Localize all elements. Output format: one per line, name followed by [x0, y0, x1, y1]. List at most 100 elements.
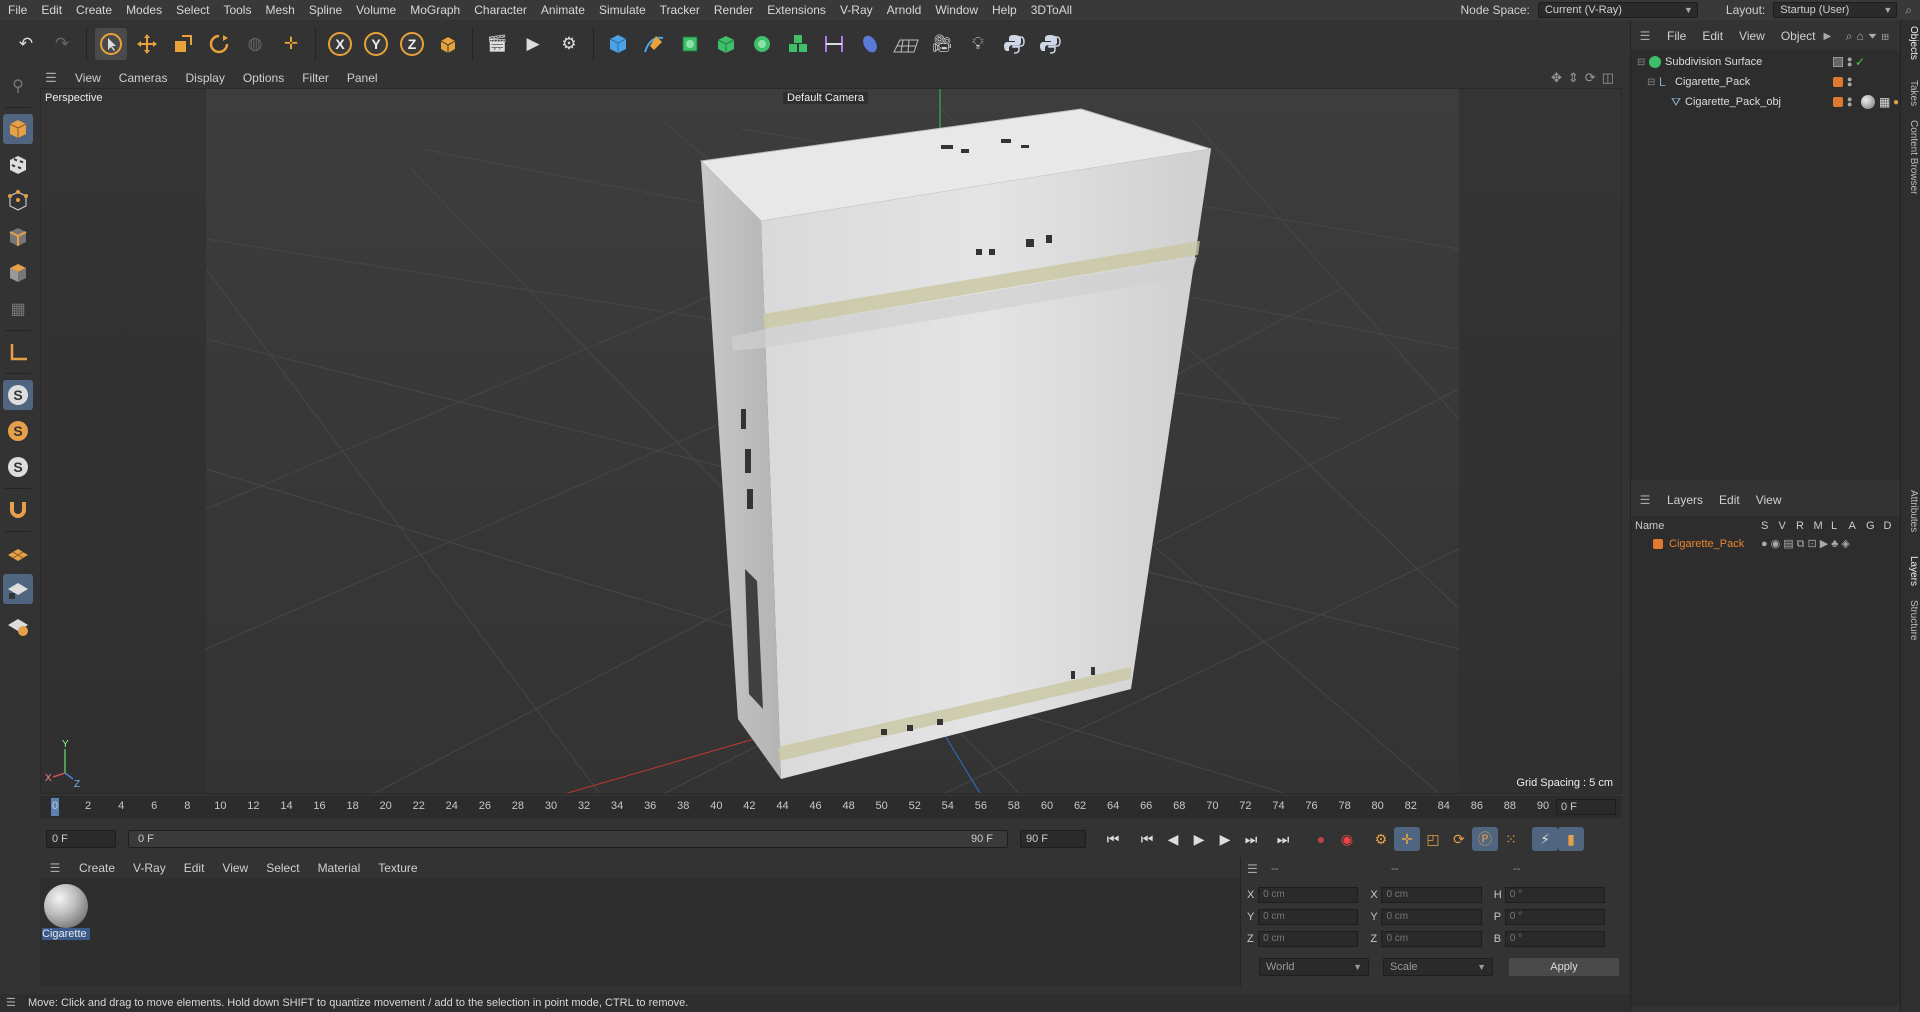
hamburger-icon[interactable]: ☰ [6, 994, 16, 1012]
layer-column-header[interactable]: V [1779, 520, 1786, 532]
tab-layers[interactable]: Layers [1903, 556, 1919, 586]
size-y-field[interactable]: 0 cm [1381, 909, 1482, 925]
layer-column-header[interactable]: D [1884, 520, 1892, 532]
viewport-menu-cameras[interactable]: Cameras [110, 71, 177, 85]
layer-color-chip[interactable] [1833, 77, 1843, 87]
key-position-icon[interactable]: ✛ [1394, 827, 1420, 851]
material-preview-sphere[interactable] [44, 884, 88, 928]
camera-icon[interactable]: 🎥︎ [926, 28, 958, 60]
layer-column-header[interactable]: A [1849, 520, 1856, 532]
end-frame-field[interactable]: 90 F [1020, 830, 1086, 848]
layers-menu-edit[interactable]: Edit [1711, 493, 1748, 507]
render-picture-viewer-icon[interactable]: ▶ [517, 28, 549, 60]
menu-volume[interactable]: Volume [349, 0, 403, 20]
menu-mesh[interactable]: Mesh [258, 0, 301, 20]
rotation-b-field[interactable]: 0 ° [1504, 931, 1606, 947]
points-mode-icon[interactable] [3, 186, 33, 216]
x-axis-lock-icon[interactable]: X [324, 28, 356, 60]
python-script-icon[interactable] [1034, 28, 1066, 60]
position-z-field[interactable]: 0 cm [1258, 931, 1359, 947]
uv-mode-icon[interactable]: ▦ [3, 294, 33, 324]
recent-tools-icon[interactable]: ◍ [239, 28, 271, 60]
autokey-icon[interactable]: ◉ [1334, 827, 1360, 851]
move-tool-icon[interactable] [131, 28, 163, 60]
viewport-menu-panel[interactable]: Panel [338, 71, 387, 85]
menu-select[interactable]: Select [169, 0, 216, 20]
start-frame-field[interactable]: 0 F [46, 830, 116, 848]
position-x-field[interactable]: 0 cm [1258, 887, 1359, 903]
menu-file[interactable]: File [0, 0, 34, 20]
menu-edit[interactable]: Edit [34, 0, 69, 20]
preview-range-slider[interactable]: 0 F 90 F [128, 830, 1008, 848]
hamburger-icon[interactable]: ☰ [1247, 862, 1258, 876]
spline-pen-icon[interactable] [638, 28, 670, 60]
layer-row-cigarette-pack[interactable]: Cigarette_Pack ●◉▤⧉⊡▶♣◈ [1631, 534, 1901, 554]
phong-tag-icon[interactable]: ● [1893, 97, 1899, 108]
layers-menu-layers[interactable]: Layers [1659, 493, 1711, 507]
objects-menu-view[interactable]: View [1731, 29, 1773, 43]
layer-column-header[interactable]: M [1814, 520, 1823, 532]
layer-color-chip[interactable] [1833, 97, 1843, 107]
record-active-icon[interactable]: ● [1308, 827, 1334, 851]
visibility-dots-icon[interactable]: ● ● [1847, 55, 1852, 69]
layer-chip[interactable] [1833, 57, 1843, 67]
camera-label[interactable]: Default Camera [783, 92, 869, 104]
objects-menu-edit[interactable]: Edit [1694, 29, 1731, 43]
go-to-end-icon[interactable]: ⏭ [1270, 827, 1296, 851]
floor-icon[interactable] [890, 28, 922, 60]
viewport-menu-options[interactable]: Options [234, 71, 293, 85]
menu-window[interactable]: Window [928, 0, 985, 20]
enabled-check-icon[interactable]: ✓ [1855, 55, 1865, 69]
hamburger-icon[interactable]: ☰ [1631, 29, 1659, 43]
timeline-window-icon[interactable]: ⚡︎ [1532, 827, 1558, 851]
deformer-icon[interactable] [818, 28, 850, 60]
python-icon[interactable] [998, 28, 1030, 60]
next-frame-icon[interactable]: ▶ [1212, 827, 1238, 851]
chevron-right-icon[interactable]: ▶ [1824, 31, 1832, 42]
keyframe-selection-icon[interactable]: ⚙ [1368, 827, 1394, 851]
magnet-icon[interactable] [3, 495, 33, 525]
tree-row-cigarette-pack[interactable]: ⊟ L Cigarette_Pack ● ● [1631, 72, 1901, 92]
previous-frame-icon[interactable]: ◀ [1160, 827, 1186, 851]
tab-content-browser[interactable]: Content Browser [1903, 120, 1919, 194]
menu-render[interactable]: Render [707, 0, 760, 20]
cloner-icon[interactable] [746, 28, 778, 60]
play-icon[interactable]: ▶ [1186, 827, 1212, 851]
size-x-field[interactable]: 0 cm [1381, 887, 1482, 903]
dope-sheet-icon[interactable]: ▮ [1558, 827, 1584, 851]
make-editable-icon[interactable]: ⚲ [3, 71, 33, 101]
mograph-cubes-icon[interactable] [782, 28, 814, 60]
menu-create[interactable]: Create [69, 0, 119, 20]
menu-extensions[interactable]: Extensions [760, 0, 833, 20]
tab-structure[interactable]: Structure [1903, 600, 1919, 641]
live-move-icon[interactable]: ✛ [275, 28, 307, 60]
current-frame-field[interactable]: 0 F [1556, 799, 1616, 815]
visibility-dots-icon[interactable]: ● ● [1847, 95, 1852, 109]
snap-settings-icon[interactable]: S [3, 416, 33, 446]
coordinate-system-icon[interactable] [432, 28, 464, 60]
objects-menu-file[interactable]: File [1659, 29, 1694, 43]
planar-workplane-icon[interactable] [3, 610, 33, 640]
redo-icon[interactable]: ↷ [46, 28, 78, 60]
layer-column-header[interactable]: R [1796, 520, 1804, 532]
layer-column-header[interactable]: S [1761, 520, 1768, 532]
layer-column-header[interactable]: G [1866, 520, 1875, 532]
menu-vray[interactable]: V-Ray [833, 0, 880, 20]
go-to-start-icon[interactable]: ⏮ [1100, 827, 1126, 851]
rotate-tool-icon[interactable] [203, 28, 235, 60]
key-pla-icon[interactable]: ⁙ [1498, 827, 1524, 851]
rotation-p-field[interactable]: 0 ° [1504, 909, 1606, 925]
polygons-mode-icon[interactable] [3, 258, 33, 288]
menu-tools[interactable]: Tools [216, 0, 258, 20]
field-icon[interactable] [854, 28, 886, 60]
viewport-menu-display[interactable]: Display [176, 71, 233, 85]
viewport-menu-filter[interactable]: Filter [293, 71, 338, 85]
locked-workplane-icon[interactable] [3, 574, 33, 604]
tab-objects[interactable]: Objects [1903, 26, 1919, 60]
menu-character[interactable]: Character [467, 0, 534, 20]
menu-help[interactable]: Help [985, 0, 1024, 20]
dolly-view-icon[interactable]: ⇕ [1568, 70, 1579, 86]
perspective-viewport[interactable]: Perspective Default Camera Grid Spacing … [40, 88, 1622, 794]
menu-simulate[interactable]: Simulate [592, 0, 653, 20]
material-menu-vray[interactable]: V-Ray [124, 861, 175, 875]
